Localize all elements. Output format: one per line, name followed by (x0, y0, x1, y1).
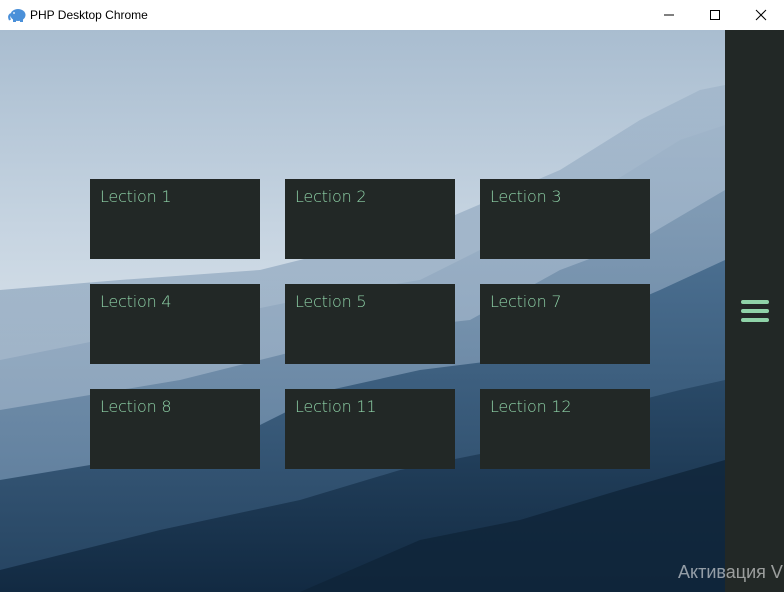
app-content: Lection 1 Lection 2 Lection 3 Lection 4 … (0, 30, 784, 592)
lection-label: Lection 2 (295, 187, 367, 206)
lection-label: Lection 12 (490, 397, 572, 416)
lection-card[interactable]: Lection 4 (90, 284, 260, 364)
minimize-button[interactable] (646, 0, 692, 30)
side-panel (725, 30, 784, 592)
activation-watermark: Активация V (678, 562, 783, 582)
lection-card[interactable]: Lection 3 (480, 179, 650, 259)
lection-card[interactable]: Lection 5 (285, 284, 455, 364)
lection-label: Lection 4 (100, 292, 172, 311)
maximize-button[interactable] (692, 0, 738, 30)
php-elephant-icon (8, 9, 26, 22)
minimize-icon (664, 14, 674, 16)
lection-label: Lection 11 (295, 397, 377, 416)
lection-grid: Lection 1 Lection 2 Lection 3 Lection 4 … (90, 179, 650, 469)
lection-card[interactable]: Lection 8 (90, 389, 260, 469)
maximize-icon (710, 10, 720, 20)
lection-card[interactable]: Lection 2 (285, 179, 455, 259)
lection-label: Lection 8 (100, 397, 172, 416)
hamburger-icon[interactable] (741, 300, 769, 322)
lection-label: Lection 5 (295, 292, 367, 311)
hamburger-bar (741, 318, 769, 322)
lection-card[interactable]: Lection 12 (480, 389, 650, 469)
close-button[interactable] (738, 0, 784, 30)
lection-label: Lection 3 (490, 187, 562, 206)
lection-card[interactable]: Lection 1 (90, 179, 260, 259)
lection-label: Lection 7 (490, 292, 562, 311)
window-titlebar[interactable]: PHP Desktop Chrome (0, 0, 784, 30)
hamburger-bar (741, 309, 769, 313)
close-icon (755, 9, 767, 21)
hamburger-bar (741, 300, 769, 304)
lection-label: Lection 1 (100, 187, 172, 206)
window-title: PHP Desktop Chrome (30, 8, 148, 22)
lection-card[interactable]: Lection 11 (285, 389, 455, 469)
lection-card[interactable]: Lection 7 (480, 284, 650, 364)
